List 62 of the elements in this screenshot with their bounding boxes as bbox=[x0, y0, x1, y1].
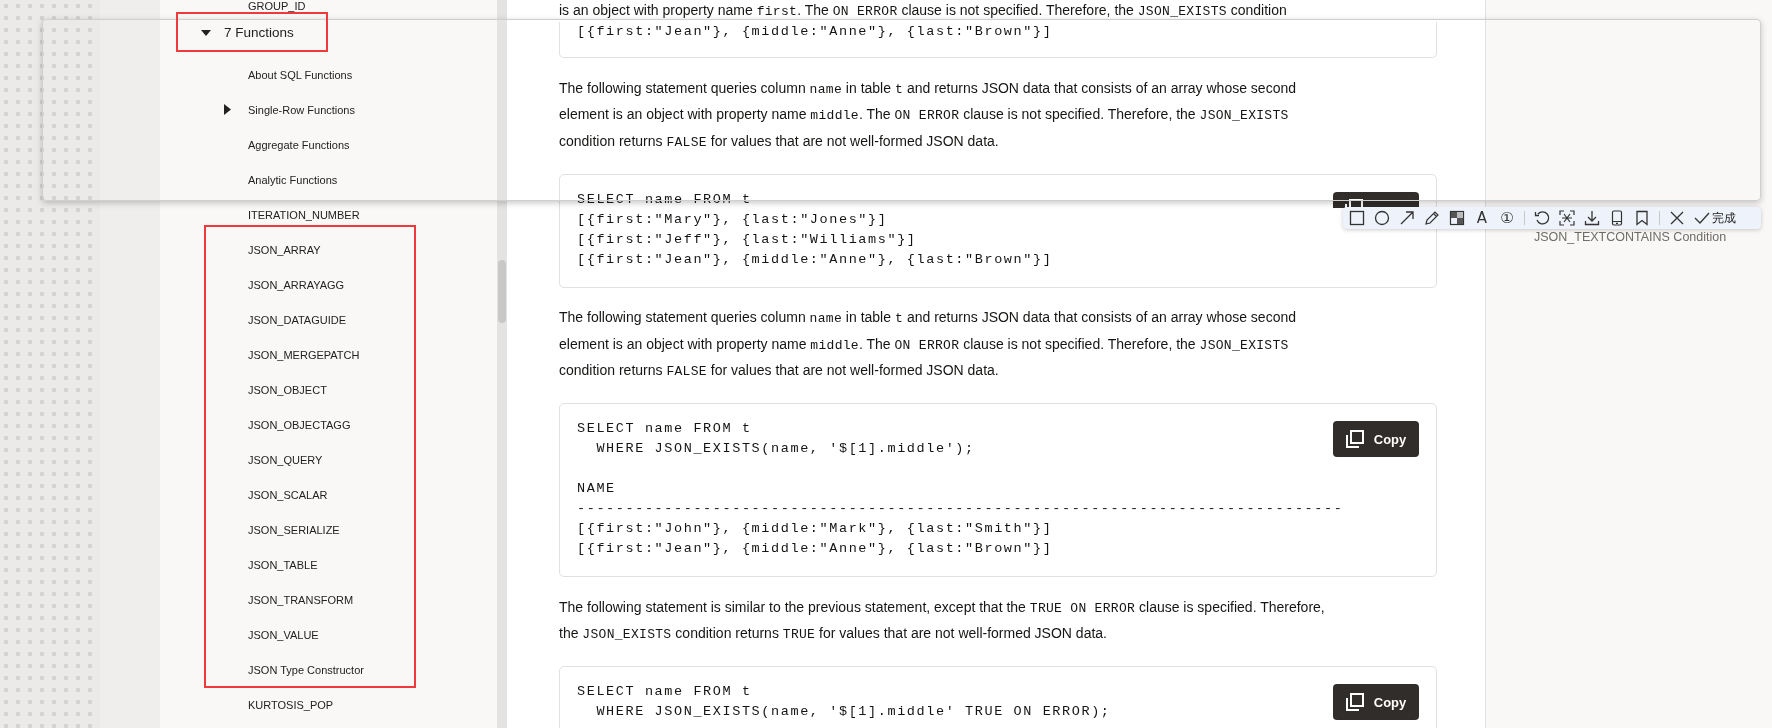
number-tool-icon[interactable]: ① bbox=[1499, 210, 1515, 226]
nav-item[interactable]: JSON_TABLE bbox=[248, 558, 318, 571]
capture-selection-frame[interactable] bbox=[42, 19, 1761, 201]
nav-item[interactable]: JSON_DATAGUIDE bbox=[248, 313, 346, 326]
nav-item[interactable]: JSON_OBJECTAGG bbox=[248, 418, 351, 431]
download-icon[interactable] bbox=[1584, 210, 1600, 226]
circle-tool-icon[interactable] bbox=[1374, 210, 1390, 226]
code-line: NAME bbox=[577, 480, 616, 498]
copy-button[interactable]: Copy bbox=[1333, 684, 1419, 720]
nav-item[interactable]: JSON_VALUE bbox=[248, 628, 319, 641]
paragraph: is an object with property name first. The ON ERROR clause is not specified. Therefore, the JSON_EXISTS condition bbox=[559, 1, 1288, 21]
code-line: [{first:"Mary"}, {last:"Jones"}] bbox=[577, 210, 888, 229]
expanded-triangle-icon[interactable] bbox=[201, 27, 211, 38]
nav-item[interactable]: JSON_OBJECT bbox=[248, 383, 327, 396]
copy-button[interactable] bbox=[1333, 191, 1419, 208]
bookmark-icon[interactable] bbox=[1634, 210, 1650, 226]
nav-item[interactable]: JSON Type Constructor bbox=[248, 663, 364, 676]
text-tool-icon[interactable]: A bbox=[1474, 210, 1490, 226]
scrollbar[interactable] bbox=[497, 0, 507, 728]
copy-button[interactable]: Copy bbox=[1333, 421, 1419, 457]
phone-icon[interactable] bbox=[1609, 210, 1625, 226]
pencil-tool-icon[interactable] bbox=[1424, 210, 1440, 226]
nav-item[interactable]: Aggregate Functions bbox=[248, 138, 350, 151]
nav-item[interactable]: JSON_ARRAY bbox=[248, 243, 321, 256]
nav-item[interactable]: KURTOSIS_POP bbox=[248, 698, 334, 711]
nav-item[interactable]: JSON_QUERY bbox=[248, 453, 323, 466]
code-line: WHERE JSON_EXISTS(name, '$[1].middle' TRUE ON ERROR); bbox=[595, 703, 1111, 721]
copy-icon bbox=[1345, 430, 1364, 448]
done-button[interactable]: 完成 bbox=[1694, 209, 1736, 227]
nav-item[interactable]: JSON_SCALAR bbox=[248, 488, 328, 501]
code-line: SELECT name FROM t bbox=[577, 683, 752, 701]
code-line: ------------------------------------------------------------------------------- bbox=[577, 500, 1344, 518]
code-line: [{first:"Jean"}, {middle:"Anne"}, {last:"Brown"}] bbox=[577, 250, 1053, 269]
nav-item[interactable]: JSON_SERIALIZE bbox=[248, 523, 340, 536]
nav-item[interactable]: 7 Functions bbox=[224, 25, 294, 40]
nav-item[interactable]: ITERATION_NUMBER bbox=[248, 208, 360, 221]
toc-link[interactable]: JSON_TEXTCONTAINS Condition bbox=[1534, 230, 1727, 244]
paragraph: The following statement queries column name in table t and returns JSON data that consists of an array whose second element is an object with property name middle. The ON ERROR clause is not specified. Therefore, the JSON_EXISTS condition returns FALSE for values that are not well-formed JSON data. bbox=[559, 78, 1297, 152]
close-icon[interactable] bbox=[1669, 210, 1685, 226]
nav-item[interactable]: JSON_ARRAYAGG bbox=[248, 278, 345, 291]
code-line: WHERE JSON_EXISTS(name, '$[1].middle'); bbox=[595, 440, 975, 458]
paragraph: The following statement queries column name in table t and returns JSON data that consists of an array whose second element is an object with property name middle. The ON ERROR clause is not specified. Therefore, the JSON_EXISTS condition returns FALSE for values that are not well-formed JSON data. bbox=[559, 308, 1297, 381]
code-line: SELECT name FROM t bbox=[577, 420, 752, 438]
undo-icon[interactable] bbox=[1534, 210, 1550, 226]
paragraph: The following statement is similar to the previous statement, except that the TRUE ON ERROR clause is specified. Therefore, the JSON_EXISTS condition returns TRUE for values that are not well-formed JSON data. bbox=[559, 597, 1326, 644]
nav-item[interactable]: JSON_TRANSFORM bbox=[248, 593, 354, 606]
code-line: [{first:"Jeff"}, {last:"Williams"}] bbox=[577, 230, 917, 249]
nav-item[interactable]: JSON_MERGEPATCH bbox=[248, 348, 360, 361]
nav-item[interactable]: GROUP_ID bbox=[248, 0, 306, 12]
code-line: [{first:"John"}, {middle:"Mark"}, {last:"Smith"}] bbox=[577, 520, 1053, 538]
rectangle-tool-icon[interactable] bbox=[1349, 210, 1365, 226]
nav-item[interactable]: Analytic Functions bbox=[248, 173, 338, 186]
checkmark-icon bbox=[1694, 211, 1710, 225]
mosaic-tool-icon[interactable] bbox=[1449, 210, 1465, 226]
copy-icon bbox=[1345, 693, 1364, 711]
nav-item[interactable]: About SQL Functions bbox=[248, 68, 353, 81]
code-line: [{first:"Jean"}, {middle:"Anne"}, {last:"Brown"}] bbox=[577, 540, 1053, 558]
code-line: [{first:"Jean"}, {middle:"Anne"}, {last:"Brown"}] bbox=[577, 23, 1053, 41]
arrow-tool-icon[interactable] bbox=[1399, 210, 1415, 226]
collapsed-triangle-icon[interactable] bbox=[224, 104, 231, 115]
text-recognition-icon[interactable] bbox=[1559, 210, 1575, 226]
nav-item[interactable]: Single-Row Functions bbox=[248, 103, 355, 116]
